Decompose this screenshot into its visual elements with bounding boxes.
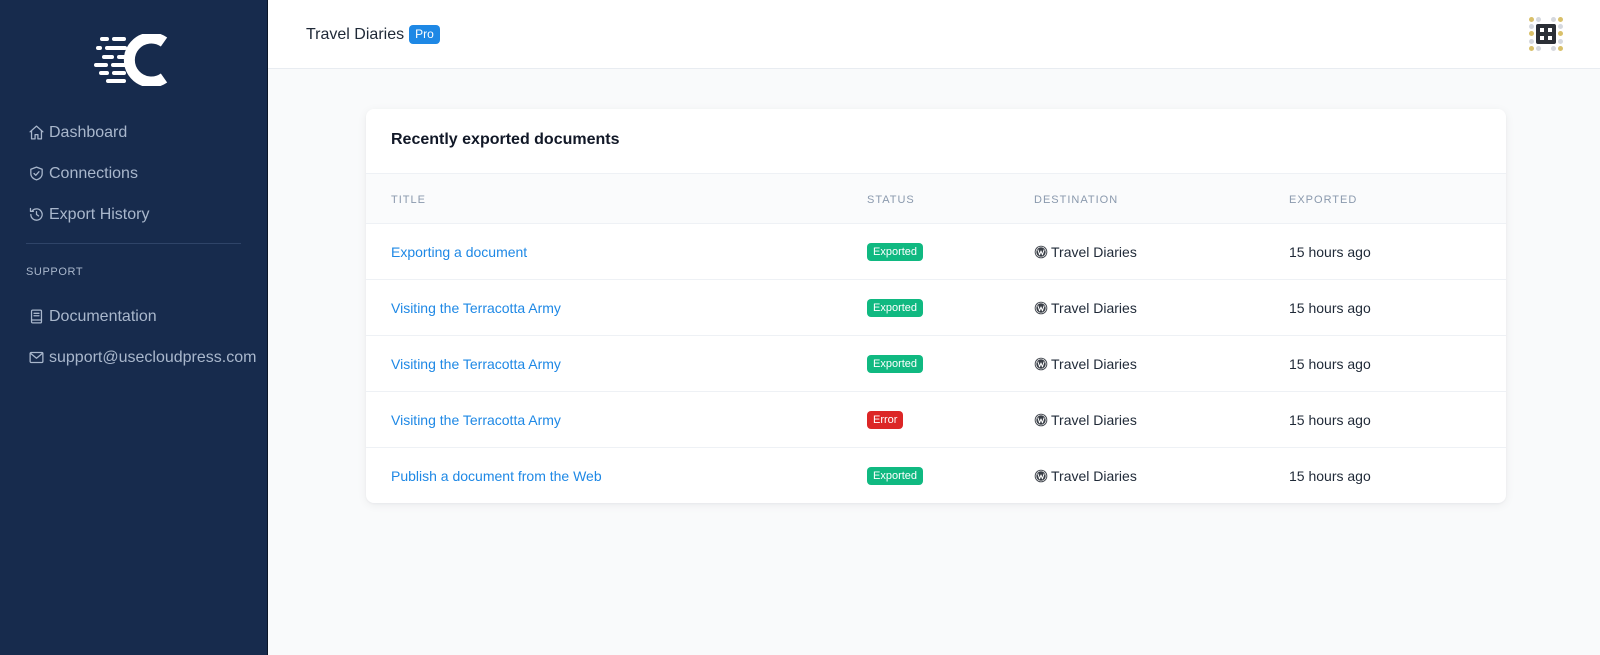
mail-icon <box>26 348 46 368</box>
wordpress-icon <box>1034 413 1048 427</box>
destination-cell: Travel Diaries <box>1034 336 1137 392</box>
exported-time: 15 hours ago <box>1289 356 1371 372</box>
exported-time: 15 hours ago <box>1289 300 1371 316</box>
document-title-link[interactable]: Visiting the Terracotta Army <box>391 280 561 336</box>
status-badge: Exported <box>867 354 924 374</box>
status-cell: Error <box>867 392 904 448</box>
site-switcher[interactable]: Travel Diaries Pro <box>306 25 440 45</box>
nav-item-label: support@usecloudpress.com <box>49 348 257 366</box>
table-row: Visiting the Terracotta Army Error Trave… <box>366 392 1506 448</box>
table-row: Visiting the Terracotta Army Exported Tr… <box>366 336 1506 392</box>
status-badge: Error <box>867 410 904 430</box>
destination-name: Travel Diaries <box>1051 244 1137 260</box>
destination-cell: Travel Diaries <box>1034 392 1137 448</box>
wordpress-icon <box>1034 245 1048 259</box>
status-cell: Exported <box>867 448 924 503</box>
document-title-link[interactable]: Publish a document from the Web <box>391 448 602 503</box>
home-icon <box>26 123 46 143</box>
status-cell: Exported <box>867 224 924 280</box>
wordpress-icon <box>1034 301 1048 315</box>
support-section-label: SUPPORT <box>26 266 84 278</box>
nav-item-label: Dashboard <box>49 123 128 141</box>
nav-item-label: Documentation <box>49 307 157 325</box>
status-badge: Exported <box>867 242 924 262</box>
nav-item-export-history[interactable]: Export History <box>26 194 256 235</box>
table-row: Publish a document from the Web Exported… <box>366 448 1506 503</box>
wordpress-icon <box>1034 357 1048 371</box>
exported-time: 15 hours ago <box>1289 244 1371 260</box>
sidebar: Dashboard Connections Export History SUP… <box>0 0 268 655</box>
destination-name: Travel Diaries <box>1051 300 1137 316</box>
nav-item-connections[interactable]: Connections <box>26 153 256 194</box>
nav-item-support-email[interactable]: support@usecloudpress.com <box>26 337 266 378</box>
document-title-link[interactable]: Visiting the Terracotta Army <box>391 392 561 448</box>
destination-cell: Travel Diaries <box>1034 224 1137 280</box>
support-nav: Documentation support@usecloudpress.com <box>26 296 266 378</box>
nav-item-dashboard[interactable]: Dashboard <box>26 112 256 153</box>
site-name: Travel Diaries <box>306 25 405 43</box>
table-row: Visiting the Terracotta Army Exported Tr… <box>366 280 1506 336</box>
table-header: TITLE STATUS DESTINATION EXPORTED <box>366 173 1506 224</box>
nav-item-documentation[interactable]: Documentation <box>26 296 266 337</box>
column-header-title: TITLE <box>391 194 426 206</box>
column-header-exported: EXPORTED <box>1289 194 1358 206</box>
exported-time: 15 hours ago <box>1289 468 1371 484</box>
history-icon <box>26 205 46 225</box>
destination-cell: Travel Diaries <box>1034 448 1137 503</box>
main-nav: Dashboard Connections Export History <box>26 112 256 235</box>
status-badge: Exported <box>867 298 924 318</box>
column-header-destination: DESTINATION <box>1034 194 1119 206</box>
exported-time: 15 hours ago <box>1289 412 1371 428</box>
nav-item-label: Connections <box>49 164 138 182</box>
document-title-link[interactable]: Exporting a document <box>391 224 527 280</box>
document-title-link[interactable]: Visiting the Terracotta Army <box>391 336 561 392</box>
nav-item-label: Export History <box>49 205 150 223</box>
book-icon <box>26 307 46 327</box>
destination-name: Travel Diaries <box>1051 468 1137 484</box>
column-header-status: STATUS <box>867 194 915 206</box>
card-title: Recently exported documents <box>391 131 620 148</box>
sidebar-divider <box>26 243 241 244</box>
top-header: Travel Diaries Pro <box>268 0 1600 69</box>
wordpress-icon <box>1034 469 1048 483</box>
plan-badge: Pro <box>409 25 440 45</box>
status-cell: Exported <box>867 280 924 336</box>
destination-name: Travel Diaries <box>1051 412 1137 428</box>
shield-check-icon <box>26 164 46 184</box>
destination-name: Travel Diaries <box>1051 356 1137 372</box>
status-cell: Exported <box>867 336 924 392</box>
table-row: Exporting a document Exported Travel Dia… <box>366 224 1506 280</box>
destination-cell: Travel Diaries <box>1034 280 1137 336</box>
user-avatar[interactable] <box>1528 16 1564 52</box>
cloudpress-logo[interactable] <box>94 34 174 86</box>
status-badge: Exported <box>867 466 924 486</box>
recent-exports-card: Recently exported documents TITLE STATUS… <box>366 109 1506 503</box>
